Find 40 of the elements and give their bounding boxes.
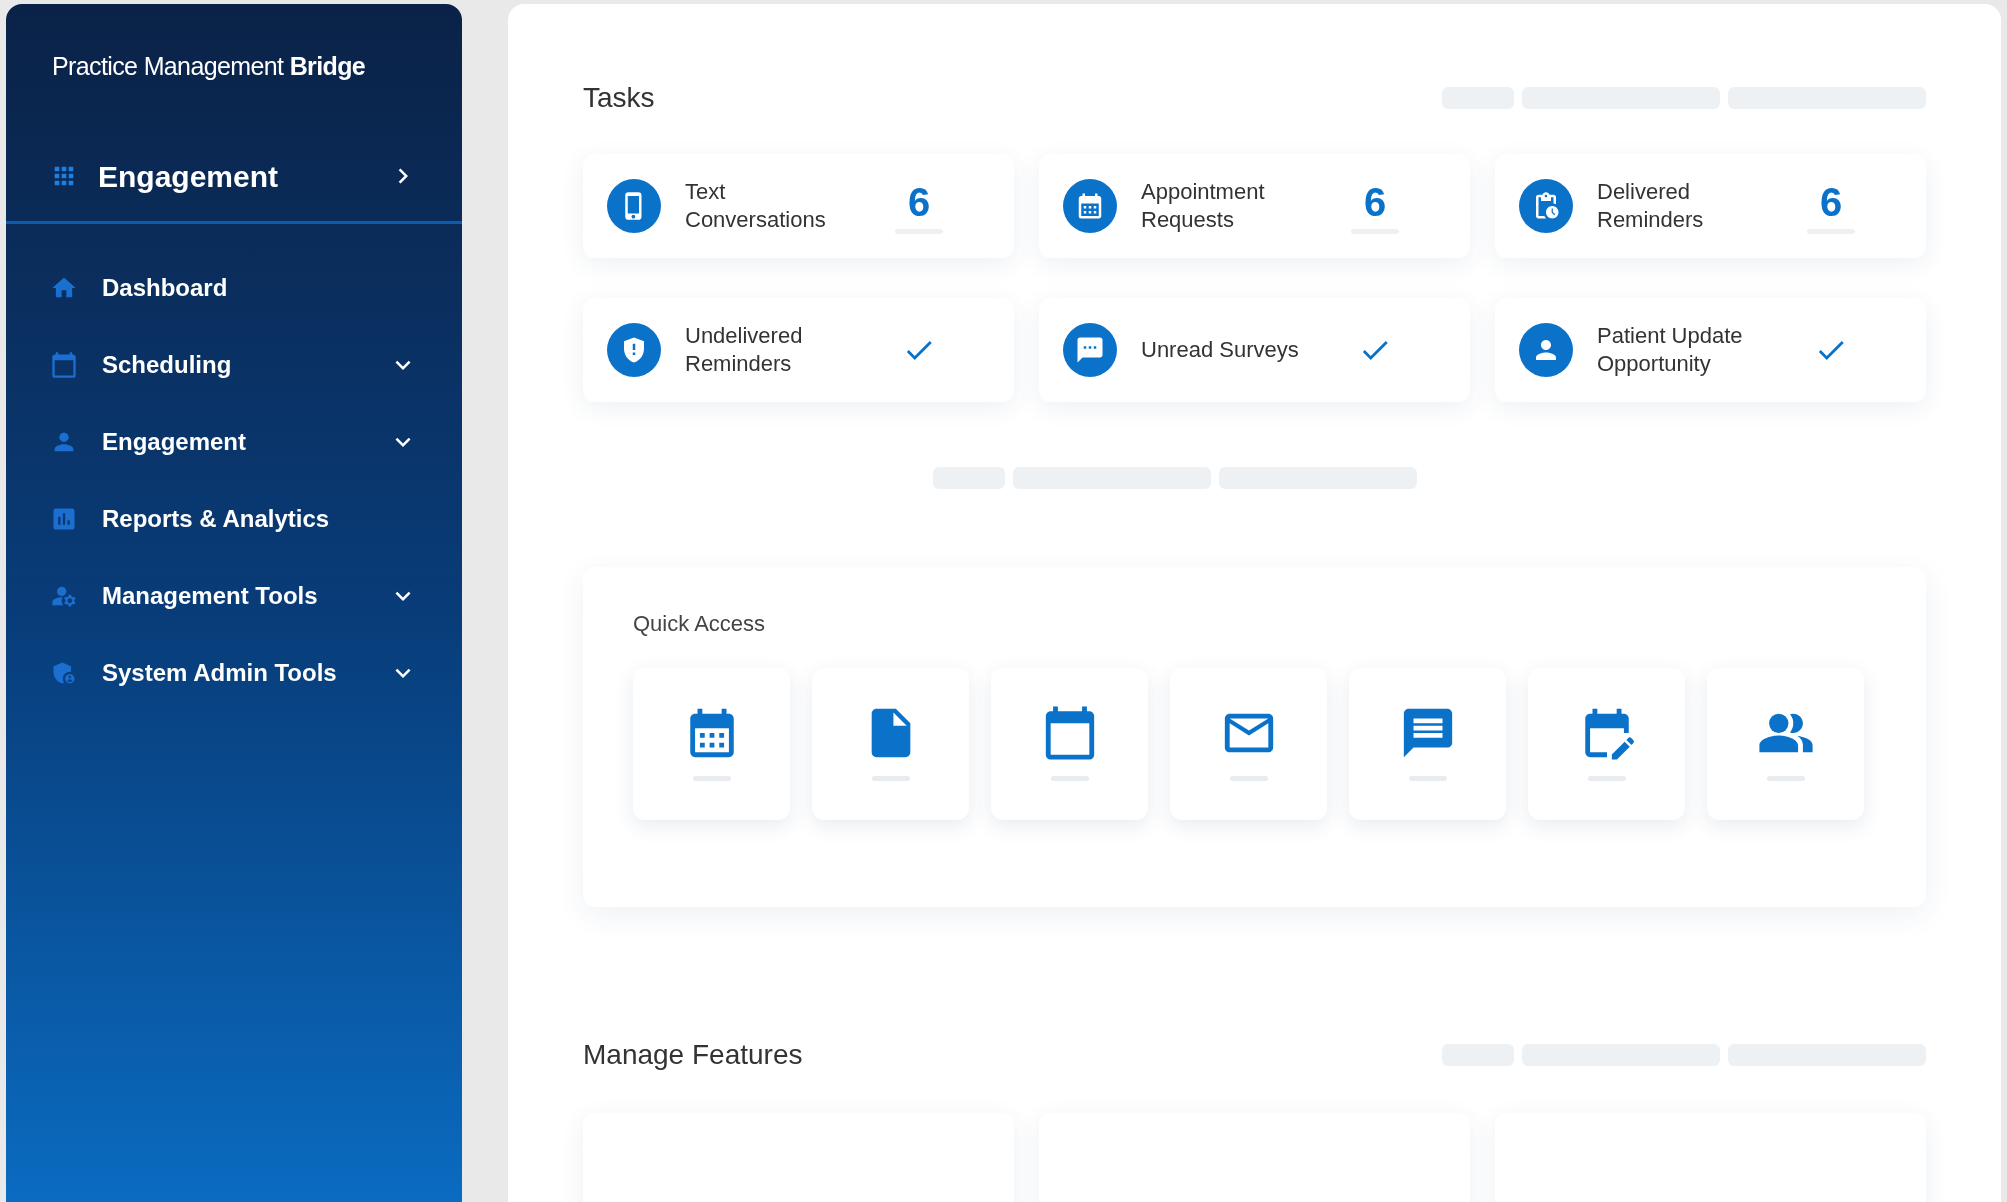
quick-access-tile[interactable] [1170, 668, 1327, 820]
task-label: Unread Surveys [1141, 336, 1300, 364]
sidebar-item[interactable]: System Admin Tools [6, 634, 462, 712]
person-icon [1519, 323, 1573, 377]
quick-access-tile[interactable] [991, 668, 1148, 820]
chat-icon [1063, 323, 1117, 377]
quick-access-tile[interactable] [1707, 668, 1864, 820]
quick-access-tile[interactable] [1349, 668, 1506, 820]
quick-access-tile[interactable] [1528, 668, 1685, 820]
task-label: Text Conversations [685, 178, 827, 234]
shield-alert-icon [607, 323, 661, 377]
clipboard-clock-icon [1519, 179, 1573, 233]
sidebar-item[interactable]: Engagement [6, 403, 462, 481]
quick-access-tile[interactable] [812, 668, 969, 820]
task-card[interactable]: Text Conversations 6 [583, 154, 1014, 258]
task-card[interactable]: Undelivered Reminders [583, 298, 1014, 402]
sidebar-item[interactable]: Reports & Analytics [6, 480, 462, 558]
section-title: Manage Features [583, 1038, 803, 1072]
sidebar-item[interactable]: Dashboard [6, 249, 462, 327]
task-card[interactable]: Patient Update Opportunity [1495, 298, 1926, 402]
module-selector[interactable]: Engagement [6, 131, 462, 224]
brand-logo: Practice Management Bridge [52, 52, 366, 80]
phone-icon [607, 179, 661, 233]
quick-access-tile[interactable] [633, 668, 790, 820]
task-card[interactable]: Delivered Reminders 6 [1495, 154, 1926, 258]
task-label: Patient Update Opportunity [1597, 322, 1744, 378]
task-card[interactable]: Unread Surveys [1039, 298, 1470, 402]
section-title: Quick Access [633, 611, 766, 636]
sidebar-item[interactable]: Scheduling [6, 326, 462, 404]
calendar-icon [1063, 179, 1117, 233]
task-label: Delivered Reminders [1597, 178, 1705, 234]
task-count: 6 [907, 178, 931, 225]
task-label: Appointment Requests [1141, 178, 1266, 234]
task-count: 6 [1363, 178, 1387, 225]
task-label: Undelivered Reminders [685, 322, 804, 378]
section-title: Tasks [583, 81, 655, 115]
sidebar-item[interactable]: Management Tools [6, 557, 462, 635]
task-count: 6 [1819, 178, 1843, 225]
calendar-icon [50, 351, 78, 379]
task-card[interactable]: Appointment Requests 6 [1039, 154, 1470, 258]
